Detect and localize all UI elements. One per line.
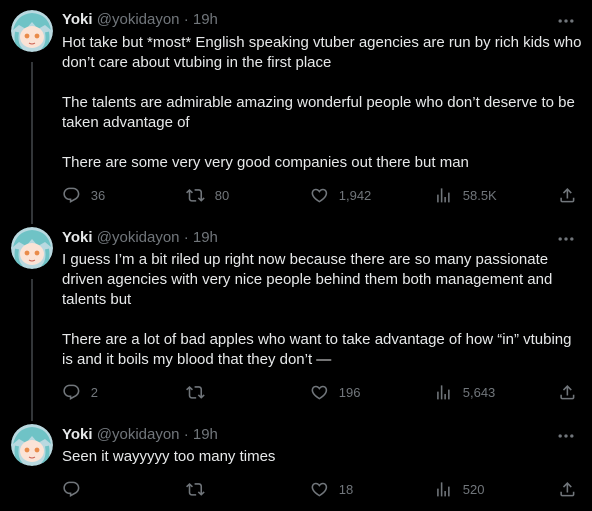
like-count: 196	[338, 384, 361, 400]
author-handle[interactable]: @yokidayon	[97, 426, 180, 443]
like-button[interactable]: 196	[310, 382, 360, 402]
timestamp[interactable]: 19h	[193, 426, 218, 443]
thread-connector	[31, 62, 33, 224]
tweet-text: I guess I’m a bit riled up right now bec…	[62, 250, 582, 370]
timestamp[interactable]: 19h	[193, 229, 218, 246]
heart-icon	[311, 385, 328, 400]
views-button[interactable]: 58.5K	[434, 185, 497, 205]
views-icon	[437, 481, 450, 497]
tweet-paragraph: There are a lot of bad apples who want t…	[62, 331, 572, 368]
like-count: 1,942	[338, 187, 372, 203]
share-icon	[560, 384, 575, 400]
like-button[interactable]: 1,942	[310, 185, 371, 205]
author-name[interactable]: Yoki	[62, 426, 93, 443]
reply-button[interactable]: 36	[62, 185, 105, 205]
thread-connector	[31, 279, 33, 421]
action-bar: 18 520	[62, 479, 582, 499]
reply-icon	[63, 384, 80, 400]
reply-icon	[63, 481, 80, 497]
retweet-icon	[186, 188, 205, 202]
retweet-button[interactable]: 80	[186, 185, 229, 205]
tweet-paragraph: Seen it wayyyyy too many times	[62, 448, 276, 465]
share-button[interactable]	[558, 479, 577, 499]
author-handle[interactable]: @yokidayon	[97, 11, 180, 28]
views-count: 5,643	[462, 384, 496, 400]
more-icon[interactable]	[556, 426, 576, 446]
reply-button[interactable]: 2	[62, 382, 98, 402]
views-icon	[437, 187, 450, 203]
retweet-icon	[186, 385, 205, 399]
avatar[interactable]	[11, 10, 53, 52]
share-button[interactable]	[558, 382, 577, 402]
views-count: 520	[462, 481, 485, 497]
views-button[interactable]: 5,643	[434, 382, 495, 402]
separator-dot: ·	[183, 229, 189, 246]
reply-button[interactable]	[62, 479, 91, 499]
retweet-count: 80	[214, 187, 230, 203]
tweet-text: Seen it wayyyyy too many times	[62, 447, 582, 467]
views-count: 58.5K	[462, 187, 497, 203]
heart-icon	[311, 482, 328, 497]
avatar[interactable]	[11, 424, 53, 466]
share-icon	[560, 481, 575, 497]
views-icon	[437, 384, 450, 400]
tweet-header: Yoki @yokidayon · 19h	[62, 11, 218, 29]
reply-icon	[63, 187, 80, 203]
tweet-paragraph: I guess I’m a bit riled up right now bec…	[62, 251, 553, 308]
tweet-paragraph: There are some very very good companies …	[62, 154, 469, 171]
reply-count: 36	[90, 187, 106, 203]
heart-icon	[311, 188, 328, 203]
like-button[interactable]: 18	[310, 479, 353, 499]
retweet-button[interactable]	[186, 479, 215, 499]
share-icon	[560, 187, 575, 203]
timestamp[interactable]: 19h	[193, 11, 218, 28]
author-handle[interactable]: @yokidayon	[97, 229, 180, 246]
more-icon[interactable]	[556, 11, 576, 31]
tweet-paragraph: The talents are admirable amazing wonder…	[62, 94, 575, 131]
tweet-header: Yoki @yokidayon · 19h	[62, 426, 218, 444]
tweet-header: Yoki @yokidayon · 19h	[62, 229, 218, 247]
retweet-button[interactable]	[186, 382, 215, 402]
action-bar: 36 80 1,942 58.5K	[62, 185, 582, 205]
separator-dot: ·	[183, 11, 189, 28]
avatar[interactable]	[11, 227, 53, 269]
views-button[interactable]: 520	[434, 479, 484, 499]
separator-dot: ·	[183, 426, 189, 443]
reply-count: 2	[90, 384, 98, 400]
tweet-text: Hot take but *most* English speaking vtu…	[62, 33, 582, 173]
action-bar: 2 196 5,643	[62, 382, 582, 402]
tweet-paragraph: Hot take but *most* English speaking vtu…	[62, 34, 582, 71]
retweet-icon	[186, 482, 205, 496]
author-name[interactable]: Yoki	[62, 11, 93, 28]
share-button[interactable]	[558, 185, 577, 205]
author-name[interactable]: Yoki	[62, 229, 93, 246]
more-icon[interactable]	[556, 229, 576, 249]
like-count: 18	[338, 481, 354, 497]
